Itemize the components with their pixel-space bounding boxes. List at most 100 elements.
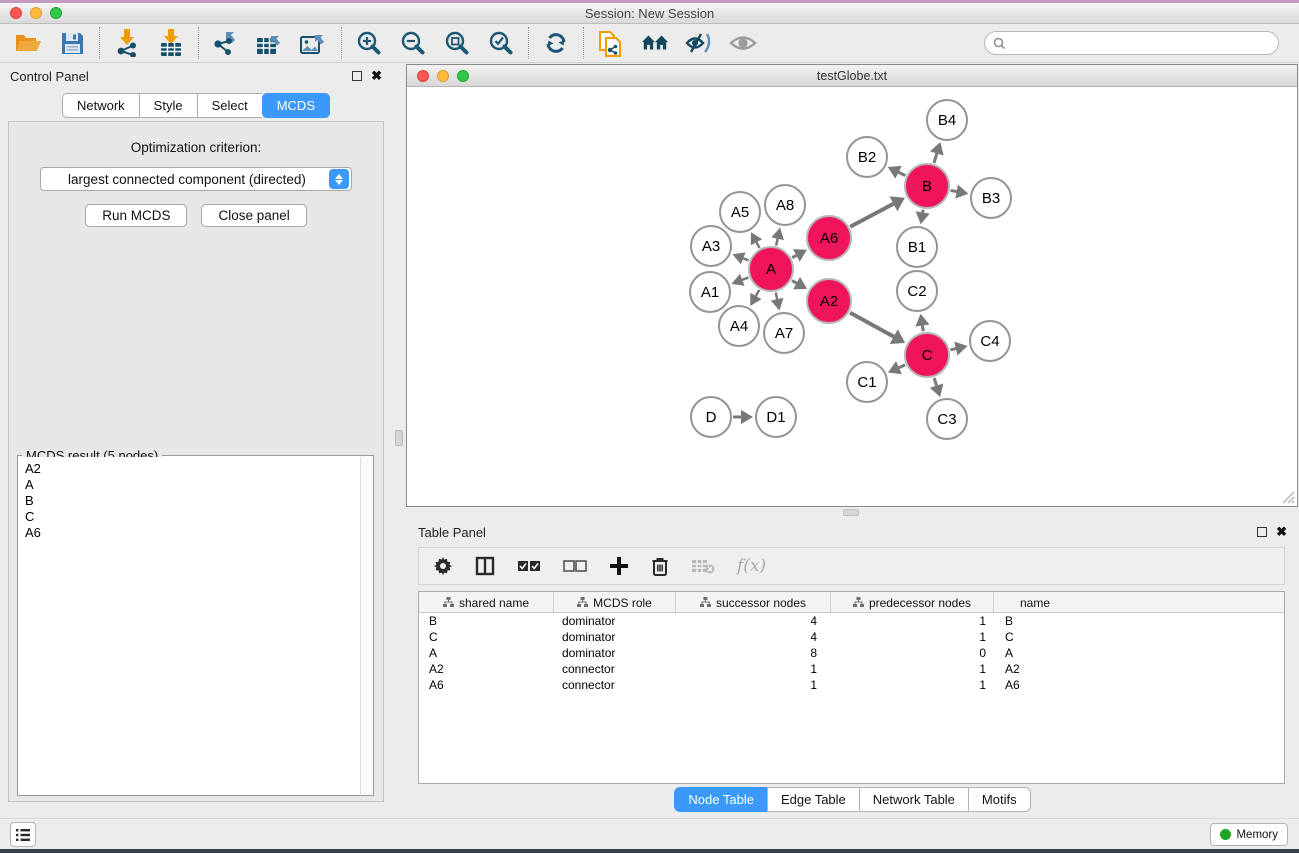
show-panels-list-button[interactable] [10, 822, 36, 847]
graph-node-C1[interactable]: C1 [846, 361, 888, 403]
mcds-result-item[interactable]: A2 [25, 461, 354, 477]
show-hide-eye-icon[interactable] [729, 29, 757, 57]
graph-edge-B-B4[interactable] [934, 153, 937, 163]
graph-edge-A-A1[interactable] [742, 277, 748, 279]
graph-edge-A-A3[interactable] [743, 258, 748, 260]
graph-node-B3[interactable]: B3 [970, 177, 1012, 219]
export-network-icon[interactable] [212, 29, 240, 57]
tab-style[interactable]: Style [139, 93, 197, 118]
table-cell[interactable]: 1 [831, 661, 994, 677]
graph-node-A3[interactable]: A3 [690, 225, 732, 267]
graph-node-A1[interactable]: A1 [689, 271, 731, 313]
column-header-mcds-role[interactable]: MCDS role [554, 592, 676, 613]
table-row[interactable]: A6connector11A6 [419, 677, 1284, 693]
resize-grip-icon[interactable] [1279, 488, 1295, 504]
tab-network-table[interactable]: Network Table [859, 787, 968, 812]
table-cell[interactable]: A [994, 645, 1076, 661]
delete-column-icon[interactable] [651, 556, 669, 576]
table-cell[interactable]: connector [554, 677, 676, 693]
table-cell[interactable]: A6 [994, 677, 1076, 693]
float-panel-icon[interactable] [352, 71, 362, 81]
table-row[interactable]: Cdominator41C [419, 629, 1284, 645]
table-cell[interactable]: dominator [554, 613, 676, 629]
tab-motifs[interactable]: Motifs [968, 787, 1031, 812]
table-cell[interactable]: 1 [676, 677, 831, 693]
search-input[interactable] [1011, 36, 1270, 50]
vertical-split-handle[interactable] [395, 430, 403, 446]
table-cell[interactable]: 0 [831, 645, 994, 661]
mcds-result-list[interactable]: A2ABCA6 [19, 457, 360, 794]
refresh-layout-icon[interactable] [542, 29, 570, 57]
delete-table-icon[interactable] [691, 558, 715, 574]
mcds-result-item[interactable]: C [25, 509, 354, 525]
graph-node-A8[interactable]: A8 [764, 184, 806, 226]
open-session-icon[interactable] [14, 29, 42, 57]
zoom-selected-icon[interactable] [487, 29, 515, 57]
table-cell[interactable]: A6 [419, 677, 554, 693]
table-cell[interactable]: 1 [831, 629, 994, 645]
zoom-in-icon[interactable] [355, 29, 383, 57]
graph-node-A[interactable]: A [748, 246, 794, 292]
search-box[interactable] [984, 31, 1279, 55]
graph-edge-A-A6[interactable] [792, 255, 796, 257]
graph-edge-A2-C[interactable] [850, 313, 894, 337]
tab-network[interactable]: Network [62, 93, 139, 118]
home-icon[interactable] [641, 29, 669, 57]
tab-mcds[interactable]: MCDS [262, 93, 330, 118]
zoom-fit-icon[interactable] [443, 29, 471, 57]
table-cell[interactable]: 4 [676, 613, 831, 629]
graph-node-A7[interactable]: A7 [763, 312, 805, 354]
float-table-panel-icon[interactable] [1257, 527, 1267, 537]
graph-node-B[interactable]: B [904, 163, 950, 209]
graph-edge-A-A4[interactable] [756, 290, 759, 296]
select-all-icon[interactable] [517, 560, 541, 572]
table-cell[interactable]: connector [554, 661, 676, 677]
graph-node-B1[interactable]: B1 [896, 226, 938, 268]
table-cell[interactable]: C [419, 629, 554, 645]
function-builder-icon[interactable]: f(x) [737, 556, 766, 576]
graph-edge-A-A5[interactable] [756, 242, 759, 248]
graph-edge-B-B3[interactable] [951, 190, 957, 191]
deselect-all-icon[interactable] [563, 560, 587, 572]
mcds-result-item[interactable]: A6 [25, 525, 354, 541]
table-row[interactable]: Adominator80A [419, 645, 1284, 661]
table-row[interactable]: A2connector11A2 [419, 661, 1284, 677]
graph-node-B2[interactable]: B2 [846, 136, 888, 178]
graph-node-A4[interactable]: A4 [718, 305, 760, 347]
import-table-icon[interactable] [157, 29, 185, 57]
graph-node-A6[interactable]: A6 [806, 215, 852, 261]
table-cell[interactable]: dominator [554, 645, 676, 661]
graph-edge-C-C1[interactable] [899, 365, 905, 368]
table-cell[interactable]: dominator [554, 629, 676, 645]
graph-node-C3[interactable]: C3 [926, 398, 968, 440]
table-row[interactable]: Bdominator41B [419, 613, 1284, 629]
column-header-successor-nodes[interactable]: successor nodes [676, 592, 831, 613]
tab-node-table[interactable]: Node Table [674, 787, 767, 812]
graph-edge-A-A2[interactable] [792, 281, 797, 284]
tab-select[interactable]: Select [197, 93, 262, 118]
export-image-icon[interactable] [300, 29, 328, 57]
memory-button[interactable]: Memory [1210, 823, 1288, 846]
graph-edge-C-C3[interactable] [934, 378, 936, 386]
graph-node-C[interactable]: C [904, 332, 950, 378]
import-network-icon[interactable] [113, 29, 141, 57]
save-session-icon[interactable] [58, 29, 86, 57]
graph-edge-A-A8[interactable] [776, 239, 777, 246]
graph-node-D1[interactable]: D1 [755, 396, 797, 438]
duplicate-network-icon[interactable] [597, 29, 625, 57]
table-cell[interactable]: 8 [676, 645, 831, 661]
table-cell[interactable]: 1 [831, 613, 994, 629]
mcds-result-item[interactable]: B [25, 493, 354, 509]
network-window-titlebar[interactable]: testGlobe.txt [407, 65, 1297, 87]
table-cell[interactable]: 1 [676, 661, 831, 677]
graph-node-A5[interactable]: A5 [719, 191, 761, 233]
graph-edge-C-C2[interactable] [922, 326, 923, 332]
graph-node-C2[interactable]: C2 [896, 270, 938, 312]
toggle-graphics-details-icon[interactable] [685, 29, 713, 57]
table-cell[interactable]: A2 [419, 661, 554, 677]
export-table-icon[interactable] [256, 29, 284, 57]
table-cell[interactable]: 4 [676, 629, 831, 645]
table-cell[interactable]: B [994, 613, 1076, 629]
table-cell[interactable]: B [419, 613, 554, 629]
run-mcds-button[interactable]: Run MCDS [85, 204, 187, 227]
